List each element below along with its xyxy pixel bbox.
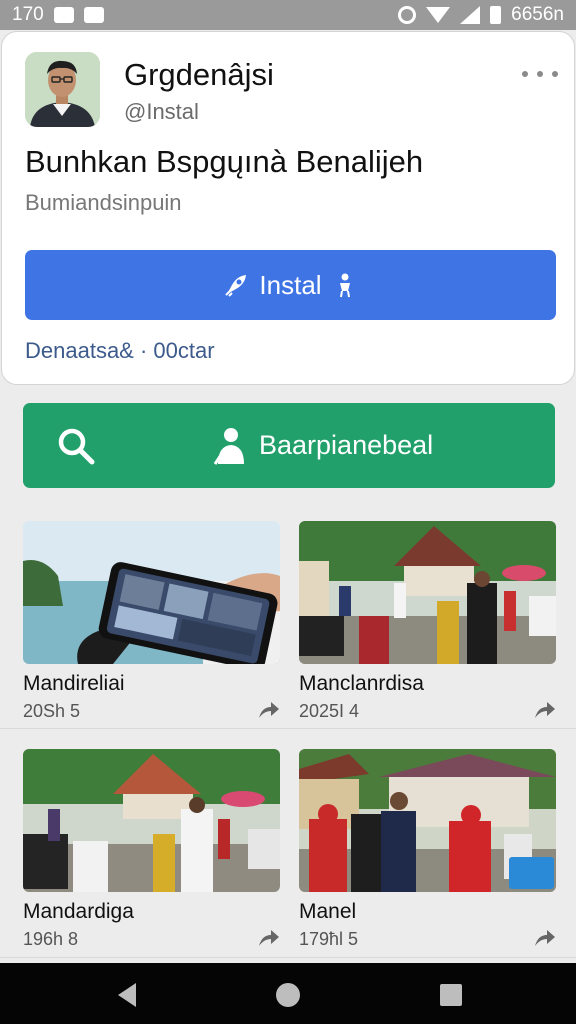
share-icon[interactable] [258, 929, 280, 947]
share-icon[interactable] [534, 929, 556, 947]
avatar[interactable] [25, 52, 100, 127]
tile-image [299, 521, 556, 664]
tile-image [23, 521, 280, 664]
gear-icon [398, 6, 417, 24]
signal-icon [460, 6, 481, 24]
battery-icon [490, 6, 502, 24]
install-label: Instal [259, 269, 322, 300]
tile-date: 20Sh 5 [23, 701, 81, 721]
tile-title: Mandireliai [23, 672, 125, 695]
status-right-text: 6656n [511, 4, 564, 25]
profile-name: Grgdenâjsi [124, 57, 274, 92]
grid-item[interactable]: Manclanrdisa 2025I 4 [299, 521, 556, 721]
more-options-icon[interactable] [522, 64, 558, 84]
image-icon [83, 7, 104, 23]
wifi-icon [426, 7, 451, 23]
recent-apps-icon[interactable] [440, 984, 462, 1006]
person-icon [213, 427, 244, 465]
profile-card: Grgdenâjsi @Instal Bunhkan Bspgųınà Bena… [1, 31, 575, 385]
profile-handle: @Instal [124, 99, 199, 124]
search-icon [58, 428, 95, 465]
page-subtitle: Bumiandsinpuin [25, 190, 182, 215]
tile-date: 179ħl 5 [299, 929, 359, 949]
status-bar: 170 6656n [0, 0, 576, 30]
home-icon[interactable] [276, 983, 300, 1007]
tile-image [23, 749, 280, 892]
person-icon [339, 273, 350, 298]
search-button-label: Baarpianebeal [259, 430, 434, 460]
page-title: Bunhkan Bspgųınà Benalijeh [25, 144, 424, 179]
lock-icon [53, 7, 74, 23]
tile-title: Manel [299, 900, 357, 923]
back-icon[interactable] [118, 983, 136, 1007]
tile-date: 196h 8 [23, 929, 79, 949]
grid-item[interactable]: Mandireliai 20Sh 5 [23, 521, 280, 721]
divider [0, 728, 576, 729]
tile-title: Manclanrdisa [299, 672, 424, 695]
status-time: 170 [12, 4, 44, 25]
tile-date: 2025I 4 [299, 701, 360, 721]
install-button[interactable]: Instal [25, 250, 556, 320]
share-icon[interactable] [258, 701, 280, 719]
grid-item[interactable]: Manel 179ħl 5 [299, 749, 556, 949]
rocket-icon [225, 275, 247, 297]
tile-image [299, 749, 556, 892]
share-icon[interactable] [534, 701, 556, 719]
tile-title: Mandardiga [23, 900, 134, 923]
search-button[interactable]: Baarpianebeal [23, 403, 555, 488]
navigation-bar [0, 963, 576, 1024]
divider [0, 957, 576, 958]
meta-info: Denaatsa& · 00ctar [25, 338, 215, 363]
grid-item[interactable]: Mandardiga 196h 8 [23, 749, 280, 949]
